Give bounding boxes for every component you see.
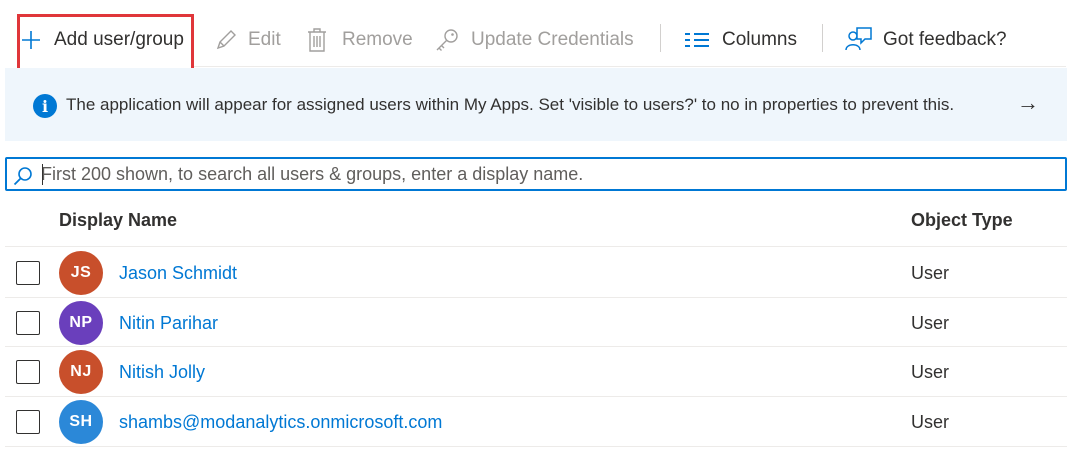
- feedback-label: Got feedback?: [883, 29, 1007, 50]
- info-banner: i The application will appear for assign…: [5, 68, 1067, 141]
- avatar: NP: [59, 301, 103, 345]
- row-checkbox[interactable]: [16, 311, 40, 335]
- arrow-right-icon[interactable]: →: [1017, 90, 1039, 116]
- remove-button[interactable]: Remove: [306, 18, 413, 62]
- column-header-object-type[interactable]: Object Type: [911, 210, 1013, 231]
- columns-label: Columns: [722, 29, 797, 50]
- toolbar-divider: [660, 24, 661, 52]
- object-type: User: [911, 412, 950, 432]
- banner-message: The application will appear for assigned…: [66, 95, 955, 114]
- columns-button[interactable]: Columns: [684, 18, 797, 62]
- object-type: User: [911, 263, 950, 283]
- text-caret: [42, 164, 43, 185]
- header-divider: [5, 246, 1067, 247]
- command-bar: Add user/group Edit Remove Update Creden…: [0, 0, 1079, 72]
- user-display-name[interactable]: Nitin Parihar: [119, 313, 218, 334]
- info-icon: i: [33, 94, 57, 118]
- table-row[interactable]: NJ Nitish Jolly User: [0, 347, 1079, 396]
- edit-button[interactable]: Edit: [214, 18, 281, 62]
- pencil-icon: [216, 30, 236, 50]
- remove-label: Remove: [342, 29, 413, 50]
- user-display-name[interactable]: Nitish Jolly: [119, 362, 205, 383]
- feedback-button[interactable]: Got feedback?: [845, 18, 1007, 62]
- toolbar-divider: [822, 24, 823, 52]
- row-divider: [5, 446, 1067, 447]
- object-type: User: [911, 362, 950, 382]
- avatar: SH: [59, 400, 103, 444]
- edit-label: Edit: [248, 29, 281, 50]
- user-display-name[interactable]: Jason Schmidt: [119, 263, 237, 284]
- avatar: NJ: [59, 350, 103, 394]
- update-credentials-label: Update Credentials: [471, 29, 634, 50]
- search-box[interactable]: [5, 157, 1067, 191]
- row-checkbox[interactable]: [16, 261, 40, 285]
- table-row[interactable]: JS Jason Schmidt User: [0, 248, 1079, 297]
- row-checkbox[interactable]: [16, 360, 40, 384]
- search-input[interactable]: [41, 159, 1041, 189]
- table-row[interactable]: NP Nitin Parihar User: [0, 298, 1079, 347]
- highlight-box: [17, 14, 194, 72]
- avatar: JS: [59, 251, 103, 295]
- toolbar-underline: [194, 66, 1066, 67]
- object-type: User: [911, 313, 950, 333]
- trash-icon: [308, 28, 326, 52]
- columns-icon: [685, 33, 709, 47]
- search-icon: [13, 167, 32, 186]
- table-row[interactable]: SH shambs@modanalytics.onmicrosoft.com U…: [0, 397, 1079, 446]
- row-checkbox[interactable]: [16, 410, 40, 434]
- update-credentials-button[interactable]: Update Credentials: [434, 18, 634, 62]
- column-header-display-name[interactable]: Display Name: [59, 210, 177, 231]
- key-icon: [436, 29, 458, 51]
- user-display-name[interactable]: shambs@modanalytics.onmicrosoft.com: [119, 412, 442, 433]
- feedback-icon: [845, 27, 872, 51]
